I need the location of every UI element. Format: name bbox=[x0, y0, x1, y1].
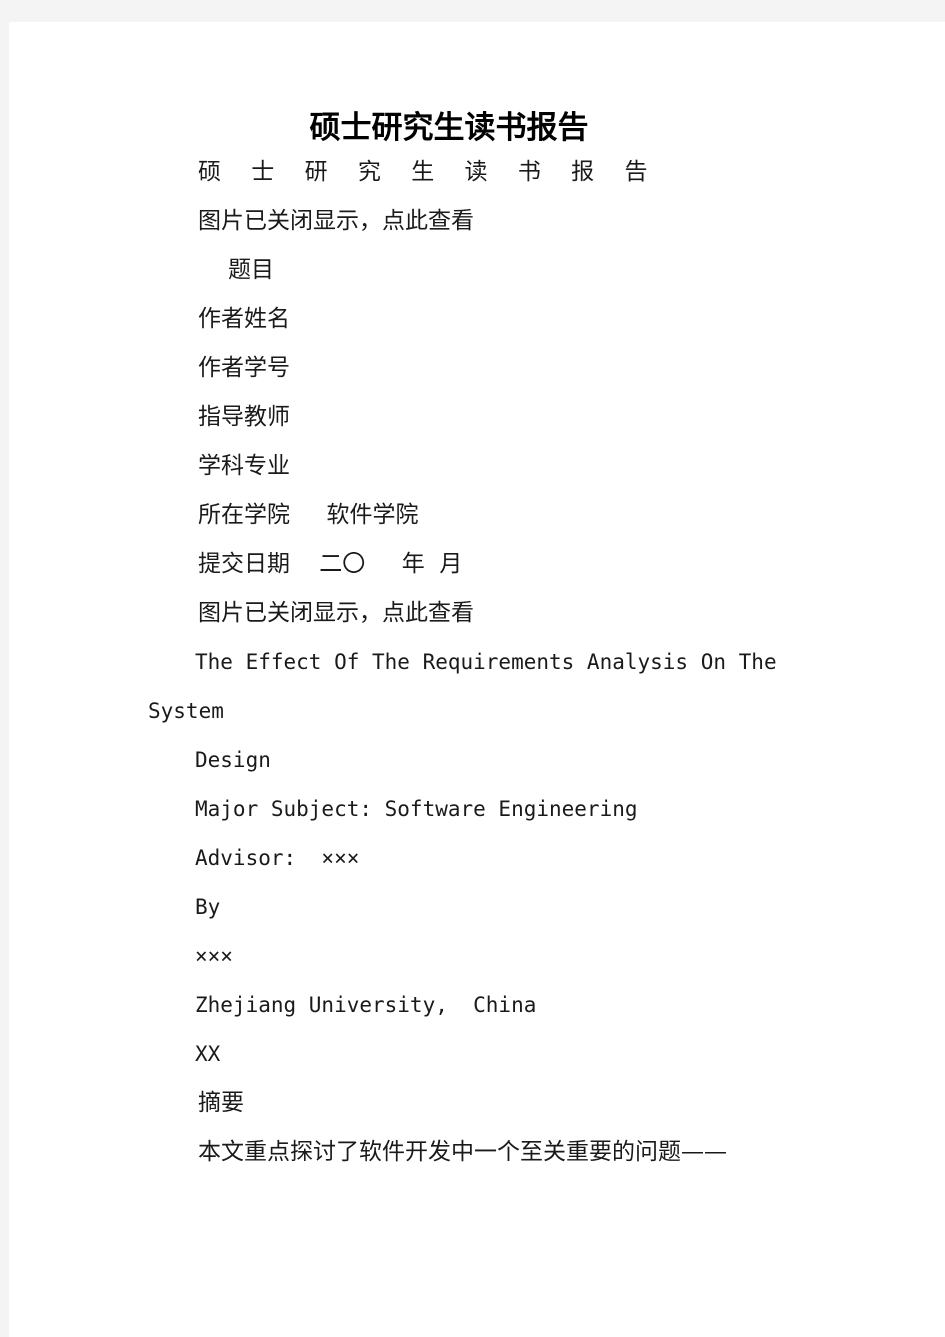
english-university: Zhejiang University, China bbox=[195, 993, 537, 1017]
page-title: 硕士研究生读书报告 bbox=[309, 110, 589, 146]
english-title-line-1: The Effect Of The Requirements Analysis … bbox=[195, 650, 777, 674]
abstract-paragraph-line-1: 本文重点探讨了软件开发中一个至关重要的问题—— bbox=[198, 1139, 727, 1165]
english-author-name: ××× bbox=[195, 944, 233, 968]
english-by-label: By bbox=[195, 895, 221, 919]
document-page: 硕士研究生读书报告 硕 士 研 究 生 读 书 报 告 图片已关闭显示，点此查看… bbox=[9, 22, 945, 1337]
english-advisor: Advisor: ××× bbox=[195, 846, 360, 870]
image-disabled-notice-bottom[interactable]: 图片已关闭显示，点此查看 bbox=[9, 589, 945, 638]
document-body: 硕士研究生读书报告 硕 士 研 究 生 读 书 报 告 图片已关闭显示，点此查看… bbox=[9, 22, 945, 1177]
field-label-major: 学科专业 bbox=[198, 453, 290, 479]
field-label-advisor: 指导教师 bbox=[198, 404, 290, 430]
field-label-subject: 题目 bbox=[228, 257, 274, 283]
english-major-subject: Major Subject: Software Engineering bbox=[195, 797, 638, 821]
english-title-line-2: System bbox=[148, 699, 224, 723]
field-label-author-name: 作者姓名 bbox=[198, 306, 290, 332]
image-disabled-notice-top[interactable]: 图片已关闭显示，点此查看 bbox=[9, 197, 945, 246]
field-label-author-id: 作者学号 bbox=[198, 355, 290, 381]
abstract-heading: 摘要 bbox=[198, 1090, 244, 1116]
field-submit-date: 提交日期 二〇 年 月 bbox=[198, 551, 463, 577]
english-year: XX bbox=[195, 1042, 221, 1066]
english-title-line-3: Design bbox=[195, 748, 271, 772]
field-college: 所在学院 软件学院 bbox=[198, 502, 419, 528]
heading-spaced-title: 硕 士 研 究 生 读 书 报 告 bbox=[198, 159, 659, 185]
